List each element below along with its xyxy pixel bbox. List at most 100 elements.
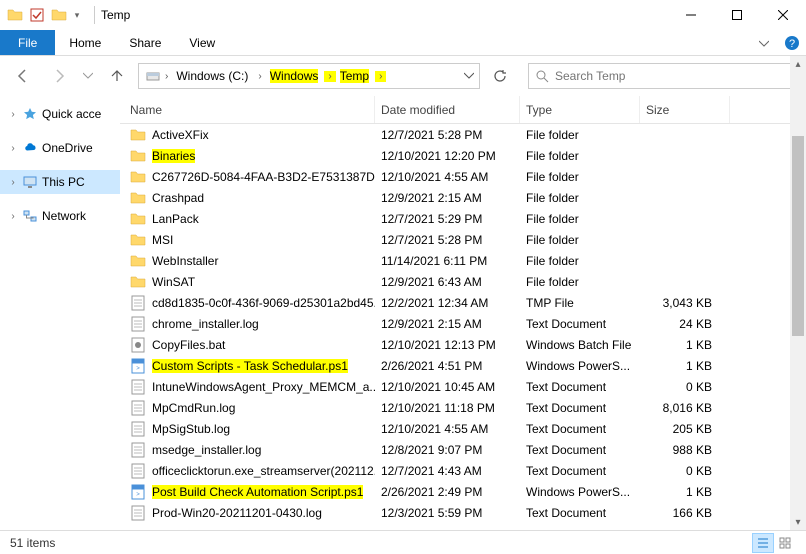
file-date: 12/7/2021 5:29 PM xyxy=(375,212,520,226)
file-name: MpSigStub.log xyxy=(152,422,230,436)
svg-text:>: > xyxy=(136,366,140,372)
table-row[interactable]: cd8d1835-0c0f-436f-9069-d25301a2bd45...1… xyxy=(120,292,806,313)
file-name: MpCmdRun.log xyxy=(152,401,235,415)
tab-file[interactable]: File xyxy=(0,30,55,55)
minimize-button[interactable] xyxy=(668,0,714,30)
chevron-right-icon[interactable]: › xyxy=(324,71,335,82)
table-row[interactable]: >Post Build Check Automation Script.ps12… xyxy=(120,481,806,502)
header-size[interactable]: Size xyxy=(640,96,730,123)
file-size: 0 KB xyxy=(640,464,730,478)
file-name: WinSAT xyxy=(152,275,195,289)
table-row[interactable]: LanPack12/7/2021 5:29 PMFile folder xyxy=(120,208,806,229)
doc-icon xyxy=(130,379,146,395)
table-row[interactable]: MpCmdRun.log12/10/2021 11:18 PMText Docu… xyxy=(120,397,806,418)
scrollbar[interactable]: ▴ ▾ xyxy=(790,56,806,530)
scroll-down-icon[interactable]: ▾ xyxy=(790,514,806,530)
search-box[interactable] xyxy=(528,63,798,89)
table-row[interactable]: >Custom Scripts - Task Schedular.ps12/26… xyxy=(120,355,806,376)
nav-onedrive[interactable]: › OneDrive xyxy=(0,136,120,160)
file-name: LanPack xyxy=(152,212,199,226)
refresh-button[interactable] xyxy=(486,63,514,89)
breadcrumb-root[interactable]: Windows (C:) xyxy=(172,64,254,88)
nav-quick-access[interactable]: › Quick acce xyxy=(0,102,120,126)
table-row[interactable]: CopyFiles.bat12/10/2021 12:13 PMWindows … xyxy=(120,334,806,355)
file-date: 11/14/2021 6:11 PM xyxy=(375,254,520,268)
search-input[interactable] xyxy=(555,69,791,83)
chevron-right-icon[interactable]: › xyxy=(8,211,18,222)
table-row[interactable]: Binaries12/10/2021 12:20 PMFile folder xyxy=(120,145,806,166)
table-row[interactable]: ActiveXFix12/7/2021 5:28 PMFile folder xyxy=(120,124,806,145)
tab-home[interactable]: Home xyxy=(55,30,115,55)
header-date[interactable]: Date modified xyxy=(375,96,520,123)
maximize-button[interactable] xyxy=(714,0,760,30)
recent-dropdown-icon[interactable] xyxy=(80,62,96,90)
table-row[interactable]: Prod-Win20-20211201-0430.log12/3/2021 5:… xyxy=(120,502,806,523)
file-size: 3,043 KB xyxy=(640,296,730,310)
scroll-up-icon[interactable]: ▴ xyxy=(790,56,806,72)
tab-view[interactable]: View xyxy=(175,30,229,55)
file-size: 8,016 KB xyxy=(640,401,730,415)
file-date: 12/3/2021 5:59 PM xyxy=(375,506,520,520)
file-name: cd8d1835-0c0f-436f-9069-d25301a2bd45... xyxy=(152,296,375,310)
breadcrumb-seg1[interactable]: Windows xyxy=(270,69,319,83)
doc-icon xyxy=(130,442,146,458)
table-row[interactable]: msedge_installer.log12/8/2021 9:07 PMTex… xyxy=(120,439,806,460)
file-size: 24 KB xyxy=(640,317,730,331)
qat-dropdown-icon[interactable]: ▾ xyxy=(70,4,84,26)
properties-icon[interactable] xyxy=(26,4,48,26)
table-row[interactable]: WinSAT12/9/2021 6:43 AMFile folder xyxy=(120,271,806,292)
help-icon[interactable]: ? xyxy=(778,30,806,55)
file-name: Binaries xyxy=(152,149,195,163)
file-type: Text Document xyxy=(520,464,640,478)
chevron-right-icon[interactable]: › xyxy=(254,71,265,82)
folder-icon xyxy=(48,4,70,26)
address-bar[interactable]: › Windows (C:) › Windows › Temp › xyxy=(138,63,480,89)
file-date: 12/10/2021 4:55 AM xyxy=(375,422,520,436)
file-type: File folder xyxy=(520,275,640,289)
nav-this-pc[interactable]: › This PC xyxy=(0,170,120,194)
chevron-right-icon[interactable]: › xyxy=(8,109,18,120)
tab-share[interactable]: Share xyxy=(115,30,175,55)
thumbnails-view-button[interactable] xyxy=(774,533,796,553)
table-row[interactable]: chrome_installer.log12/9/2021 2:15 AMTex… xyxy=(120,313,806,334)
nav-network[interactable]: › Network xyxy=(0,204,120,228)
doc-icon xyxy=(130,316,146,332)
chevron-right-icon[interactable]: › xyxy=(161,71,172,82)
details-view-button[interactable] xyxy=(752,533,774,553)
file-size: 166 KB xyxy=(640,506,730,520)
file-size: 1 KB xyxy=(640,485,730,499)
file-date: 12/2/2021 12:34 AM xyxy=(375,296,520,310)
ribbon-expand-icon[interactable] xyxy=(750,30,778,55)
doc-icon xyxy=(130,463,146,479)
rows-container: ActiveXFix12/7/2021 5:28 PMFile folderBi… xyxy=(120,124,806,528)
header-type[interactable]: Type xyxy=(520,96,640,123)
table-row[interactable]: C267726D-5084-4FAA-B3D2-E7531387D9...12/… xyxy=(120,166,806,187)
file-type: Windows PowerS... xyxy=(520,359,640,373)
table-row[interactable]: IntuneWindowsAgent_Proxy_MEMCM_a...12/10… xyxy=(120,376,806,397)
scroll-thumb[interactable] xyxy=(792,136,804,336)
back-button[interactable] xyxy=(8,62,38,90)
chevron-right-icon[interactable]: › xyxy=(8,143,18,154)
breadcrumb-seg2[interactable]: Temp xyxy=(340,69,369,83)
file-date: 12/10/2021 10:45 AM xyxy=(375,380,520,394)
close-button[interactable] xyxy=(760,0,806,30)
chevron-right-icon[interactable]: › xyxy=(8,177,18,188)
table-row[interactable]: WebInstaller11/14/2021 6:11 PMFile folde… xyxy=(120,250,806,271)
header-name[interactable]: Name xyxy=(120,96,375,123)
folder-icon xyxy=(130,169,146,185)
address-dropdown-icon[interactable] xyxy=(459,71,479,81)
ps-icon: > xyxy=(130,358,146,374)
file-name: officeclicktorun.exe_streamserver(202112… xyxy=(152,464,375,478)
table-row[interactable]: officeclicktorun.exe_streamserver(202112… xyxy=(120,460,806,481)
file-type: Windows PowerS... xyxy=(520,485,640,499)
file-type: Text Document xyxy=(520,401,640,415)
table-row[interactable]: MSI12/7/2021 5:28 PMFile folder xyxy=(120,229,806,250)
table-row[interactable]: MpSigStub.log12/10/2021 4:55 AMText Docu… xyxy=(120,418,806,439)
doc-icon xyxy=(130,400,146,416)
search-icon xyxy=(535,69,549,83)
file-name: IntuneWindowsAgent_Proxy_MEMCM_a... xyxy=(152,380,375,394)
up-button[interactable] xyxy=(102,62,132,90)
table-row[interactable]: Crashpad12/9/2021 2:15 AMFile folder xyxy=(120,187,806,208)
chevron-right-icon[interactable]: › xyxy=(375,71,386,82)
forward-button[interactable] xyxy=(44,62,74,90)
